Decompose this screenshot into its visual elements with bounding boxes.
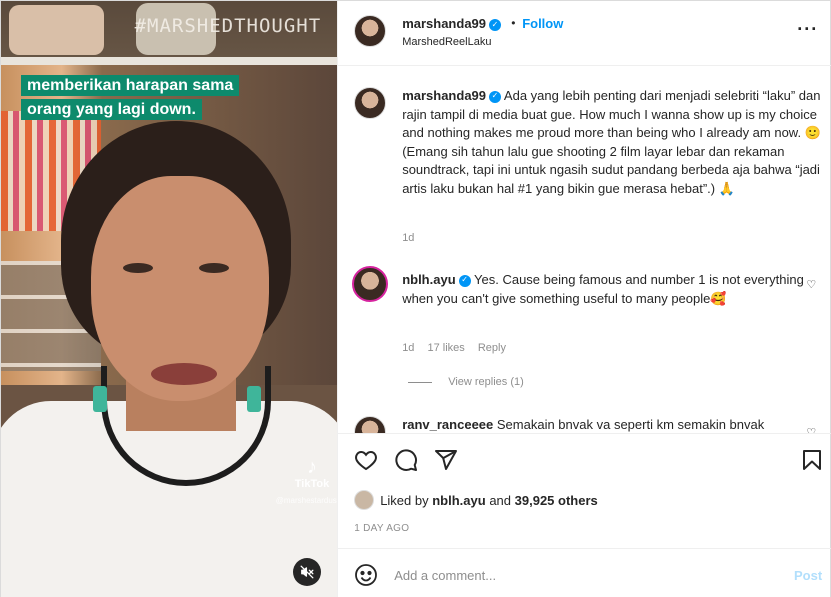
comment-likes[interactable]: 17 likes	[428, 342, 465, 354]
add-comment-bar: Post	[338, 548, 831, 597]
post-timestamp[interactable]: 1 DAY AGO	[354, 523, 409, 534]
post-comment-button[interactable]: Post	[794, 568, 822, 583]
instagram-post-modal: #MARSHEDTHOUGHT memberikan harapan sama …	[0, 0, 831, 597]
video-caption-line: orang yang lagi down.	[21, 99, 202, 120]
background-bag	[9, 5, 104, 55]
liked-by-user[interactable]: nblh.ayu	[432, 493, 485, 508]
verified-badge-icon: ✓	[458, 274, 471, 287]
tiktok-watermark-name: TikTok	[294, 478, 330, 490]
like-comment-heart-icon[interactable]: ♡	[806, 278, 816, 291]
comment-meta: 1d 17 likes Reply	[402, 342, 516, 354]
share-icon[interactable]	[434, 448, 458, 472]
comment-username[interactable]: marshanda99	[402, 88, 486, 103]
post-actions: Liked by nblh.ayu and 39,925 others 1 DA…	[338, 433, 831, 548]
view-replies-label[interactable]: View replies (1)	[448, 376, 524, 388]
like-comment-heart-icon[interactable]: ♡	[806, 426, 816, 433]
comment-meta: 1d	[402, 232, 424, 244]
comment-text: Semakain bnvak va seperti km semakin bnv…	[496, 417, 765, 432]
avatar[interactable]	[354, 490, 375, 510]
heart-icon[interactable]	[354, 448, 378, 472]
liked-by-prefix: Liked by	[380, 492, 429, 508]
comment-username[interactable]: nblh.ayu	[402, 272, 455, 287]
video-player[interactable]: #MARSHEDTHOUGHT memberikan harapan sama …	[1, 1, 338, 597]
comment-text: Ada yang lebih penting dari menjadi sele…	[402, 88, 821, 196]
caption-text: marshanda99 ✓ Ada yang lebih penting dari…	[402, 87, 822, 198]
verified-badge-icon: ✓	[489, 18, 502, 31]
tiktok-watermark: ♪ TikTok @marshestardust	[276, 456, 337, 505]
avatar[interactable]	[354, 87, 387, 119]
comment-username[interactable]: ranv_ranceeee	[402, 417, 493, 432]
view-replies-button[interactable]: View replies (1)	[408, 376, 524, 388]
comment-time[interactable]: 1d	[402, 232, 414, 244]
comment-input[interactable]	[394, 563, 775, 587]
video-hashtag-overlay: #MARSHEDTHOUGHT	[134, 15, 322, 37]
person-eye	[199, 263, 229, 273]
liked-by-count[interactable]: 39,925 others	[515, 493, 598, 508]
speaker-muted-icon	[300, 565, 314, 579]
header-username[interactable]: marshanda99 ✓	[402, 16, 502, 31]
earring-tassel	[247, 386, 261, 412]
tiktok-watermark-user: @marshestardust	[275, 496, 338, 505]
mute-toggle-button[interactable]	[293, 558, 321, 586]
person-mouth	[151, 363, 217, 385]
comments-list[interactable]: marshanda99 ✓ Ada yang lebih penting dari…	[338, 67, 831, 433]
username-text[interactable]: marshanda99	[402, 16, 486, 31]
background-shelf-edge	[1, 57, 338, 65]
comment-icon[interactable]	[394, 448, 418, 472]
comment-body: nblh.ayu ✓ Yes. Cause being famous and nu…	[402, 271, 822, 308]
liked-by-summary[interactable]: Liked by nblh.ayu and 39,925 others	[354, 490, 598, 510]
divider	[408, 381, 433, 383]
earring-tassel	[93, 386, 107, 412]
video-caption-line: memberikan harapan sama	[21, 75, 240, 96]
post-details-panel: marshanda99 ✓ • Follow MarshedReelLaku ··…	[337, 1, 831, 597]
header-subtitle[interactable]: MarshedReelLaku	[402, 36, 491, 48]
tiktok-logo-icon: ♪	[307, 456, 317, 478]
more-options-icon[interactable]: ···	[797, 19, 818, 40]
liked-by-and: and	[489, 492, 512, 508]
comment-time[interactable]: 1d	[402, 342, 414, 354]
video-caption-overlay: memberikan harapan sama orang yang lagi …	[21, 74, 259, 122]
follow-button[interactable]: Follow	[522, 16, 563, 31]
avatar[interactable]	[354, 416, 387, 433]
post-header: marshanda99 ✓ • Follow MarshedReelLaku ··…	[338, 1, 831, 66]
avatar[interactable]	[354, 15, 387, 47]
verified-badge-icon: ✓	[489, 90, 502, 103]
comment-body: ranv_ranceeee Semakain bnvak va seperti …	[402, 416, 822, 433]
bookmark-icon[interactable]	[800, 448, 824, 472]
person-eye	[123, 263, 153, 273]
avatar[interactable]	[352, 266, 389, 302]
emoji-icon[interactable]	[354, 563, 378, 587]
separator-dot: •	[511, 16, 516, 30]
reply-button[interactable]: Reply	[478, 342, 506, 354]
